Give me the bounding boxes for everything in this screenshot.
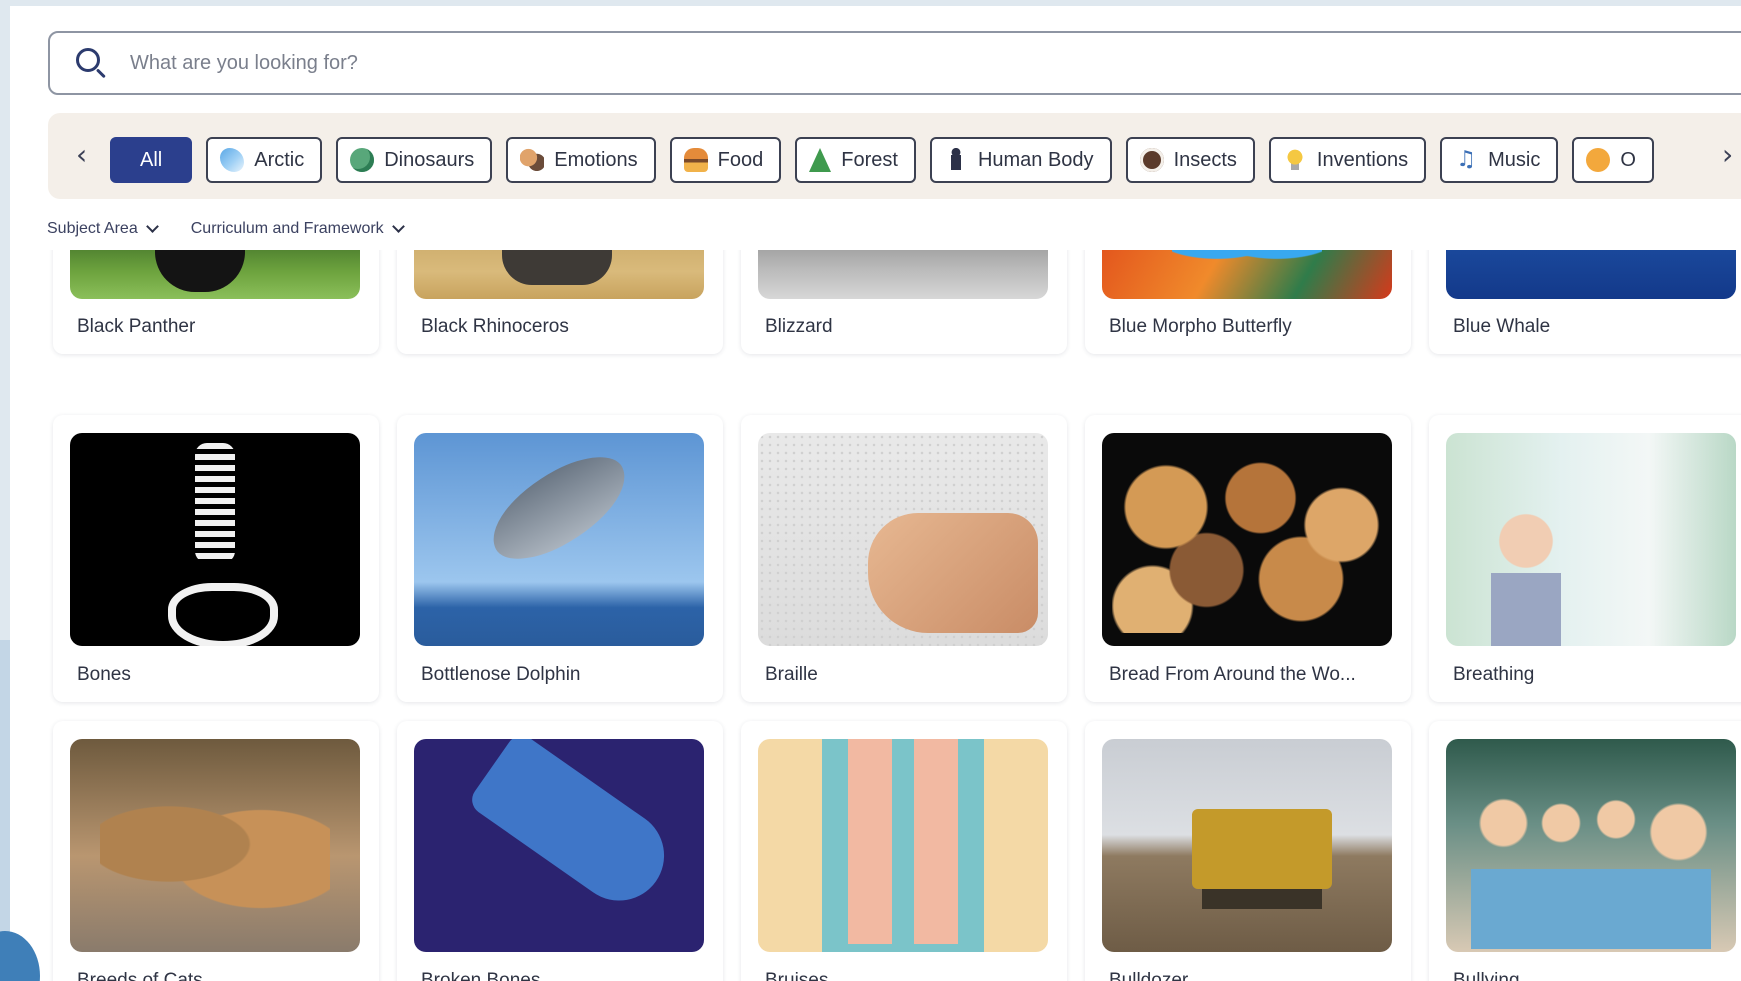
topic-card-title: Bread From Around the Wo... [1109,664,1356,685]
insect-icon [1139,148,1164,172]
topic-thumbnail [1446,433,1736,646]
category-chip-forest[interactable]: Forest [795,137,916,183]
food-icon [683,148,708,172]
topic-card-title: Braille [765,664,818,685]
topic-thumbnail [758,250,1048,299]
topic-card-braille[interactable]: Braille [741,415,1067,702]
human-body-icon [943,148,968,172]
topic-card-bread-from-around-the-world[interactable]: Bread From Around the Wo... [1085,415,1411,702]
topic-card-title: Black Rhinoceros [421,316,569,337]
emotions-icon [520,148,545,172]
category-chip-dinosaurs[interactable]: Dinosaurs [336,137,493,183]
topic-card-title: Blue Morpho Butterfly [1109,316,1292,337]
topic-thumbnail [1446,739,1736,952]
topic-thumbnail [758,739,1048,952]
category-bar: ‹ All Arctic Dinosaurs Emotions Food For… [48,113,1741,199]
topic-card-breathing[interactable]: Breathing [1429,415,1741,702]
curriculum-dropdown[interactable]: Curriculum and Framework [190,220,405,238]
topic-card-black-panther[interactable]: Black Panther [53,250,379,354]
search-input[interactable] [130,51,1530,75]
category-chip-label: O [1620,148,1636,171]
background-decoration [0,640,10,960]
topic-card-blizzard[interactable]: Blizzard [741,250,1067,354]
topic-card-black-rhinoceros[interactable]: Black Rhinoceros [397,250,723,354]
topic-card-bones[interactable]: Bones [53,415,379,702]
search-bar[interactable] [48,31,1741,95]
category-chip-label: Forest [841,148,898,171]
curriculum-label: Curriculum and Framework [190,220,384,237]
category-chip-arctic[interactable]: Arctic [206,137,323,183]
topic-card-title: Blue Whale [1453,316,1551,337]
category-chip-label: Emotions [554,148,638,171]
topic-card-title: Bones [77,664,131,685]
search-icon [74,46,108,80]
topic-card-bulldozer[interactable]: Bulldozer [1085,721,1411,981]
chevron-left-icon[interactable]: ‹ [76,141,87,169]
topic-card-broken-bones[interactable]: Broken Bones [397,721,723,981]
category-chip-ocean[interactable]: O [1572,137,1654,183]
category-chip-label: Food [717,148,764,171]
topic-thumbnail [1102,739,1392,952]
topic-card-title: Breathing [1453,664,1535,685]
category-chip-label: Insects [1173,148,1237,171]
topic-thumbnail [70,250,360,299]
topic-card-title: Breeds of Cats [77,970,203,981]
topic-card-title: Blizzard [765,316,833,337]
chevron-down-icon [145,220,159,233]
category-chips: All Arctic Dinosaurs Emotions Food Fores… [110,137,1654,183]
topic-thumbnail [414,250,704,299]
arctic-icon [220,148,245,172]
category-chip-music[interactable]: ♫ Music [1440,137,1559,183]
subject-area-dropdown[interactable]: Subject Area [47,220,159,238]
category-chip-inventions[interactable]: Inventions [1268,137,1427,183]
ocean-icon [1586,148,1611,172]
tree-icon [809,148,832,172]
topic-card-bullying[interactable]: Bullying [1429,721,1741,981]
filter-row: Subject Area Curriculum and Framework [47,220,405,238]
topic-card-title: Black Panther [77,316,196,337]
category-chip-emotions[interactable]: Emotions [506,137,656,183]
topic-thumbnail [1446,250,1736,299]
category-chip-insects[interactable]: Insects [1125,137,1255,183]
category-chip-label: Dinosaurs [384,148,475,171]
topic-card-breeds-of-cats[interactable]: Breeds of Cats [53,721,379,981]
category-chip-label: Music [1488,148,1541,171]
category-chip-label: Arctic [254,148,305,171]
topic-card-blue-morpho-butterfly[interactable]: Blue Morpho Butterfly [1085,250,1411,354]
category-chip-food[interactable]: Food [669,137,782,183]
topic-thumbnail [414,739,704,952]
app-frame: ‹ All Arctic Dinosaurs Emotions Food For… [10,6,1741,981]
topic-thumbnail [414,433,704,646]
category-chip-label: Inventions [1316,148,1409,171]
topic-card-title: Bullying [1453,970,1520,981]
topic-card-title: Bottlenose Dolphin [421,664,581,685]
chevron-down-icon [391,220,405,233]
topic-thumbnail [1102,433,1392,646]
topic-card-title: Broken Bones [421,970,541,981]
category-chip-label: Human Body [977,148,1094,171]
category-chip-human-body[interactable]: Human Body [929,137,1112,183]
topic-thumbnail [758,433,1048,646]
topic-card-bottlenose-dolphin[interactable]: Bottlenose Dolphin [397,415,723,702]
topic-card-bruises[interactable]: Bruises [741,721,1067,981]
dinosaur-icon [350,148,375,172]
subject-area-label: Subject Area [47,220,138,237]
topic-card-title: Bruises [765,970,829,981]
topic-grid: Black Panther Black Rhinoceros Blizzard … [10,250,1741,981]
topic-thumbnail [70,739,360,952]
category-chip-label: All [140,148,163,171]
music-note-icon: ♫ [1456,147,1476,172]
topic-thumbnail [1102,250,1392,299]
topic-card-title: Bulldozer [1109,970,1189,981]
lightbulb-icon [1282,148,1307,172]
category-chip-all[interactable]: All [110,137,193,183]
topic-thumbnail [70,433,360,646]
chevron-right-icon[interactable]: › [1722,141,1733,169]
topic-card-blue-whale[interactable]: Blue Whale [1429,250,1741,354]
